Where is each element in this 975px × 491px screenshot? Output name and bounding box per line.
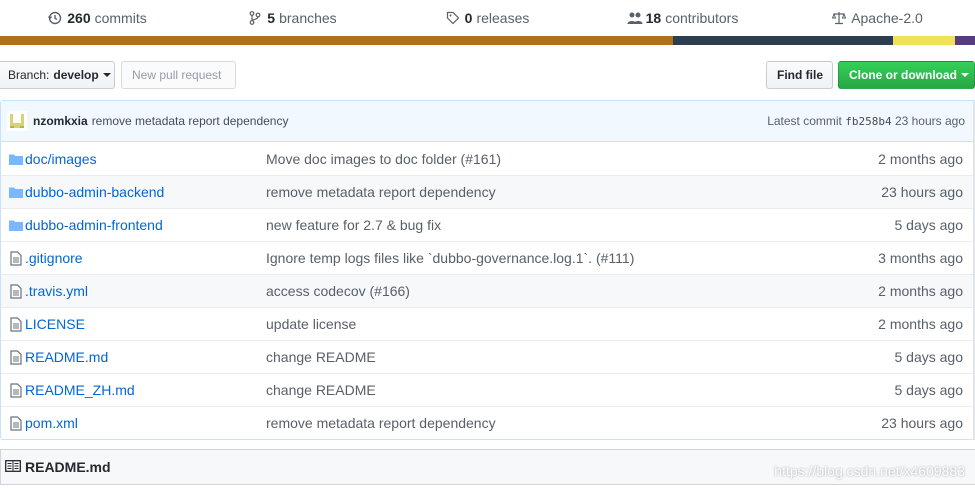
language-segment[interactable] [954,36,975,45]
file-name-link[interactable]: .travis.yml [25,283,266,299]
file-commit-message-link[interactable]: access codecov (#166) [266,283,835,299]
clone-or-download-button[interactable]: Clone or download [838,61,975,89]
releases-link[interactable]: 0 releases [390,0,585,36]
file-row: .travis.yml access codecov (#166) 2 months… [1,274,975,307]
file-icon [1,316,25,332]
folder-icon [1,219,25,231]
folder-icon [1,153,25,165]
file-row: dubbo-admin-backend remove metadata repor… [1,175,975,208]
branch-select-button[interactable]: Branch: develop [0,61,115,89]
file-name-link[interactable]: README_ZH.md [25,382,266,398]
file-name-link[interactable]: README.md [25,349,266,365]
tag-icon [446,11,460,25]
find-file-button[interactable]: Find file [766,61,833,89]
file-commit-age: 2 months ago [878,150,963,167]
branches-link[interactable]: 5 branches [195,0,390,36]
file-row: README.md change README 5 days ago [1,340,975,373]
commit-message[interactable]: remove metadata report dependency [92,114,289,128]
file-row: dubbo-admin-frontend new feature for 2.7 … [1,208,975,241]
commits-label: commits [94,10,147,26]
watermark: https://blog.csdn.net/x4609883 [774,463,965,479]
clone-label: Clone or download [849,68,957,82]
file-commit-age: 2 months ago [878,316,963,332]
avatar[interactable] [7,111,27,131]
file-row: doc/images Move doc images to doc folder … [1,142,975,175]
numbers-summary: 260 commits 5 branches 0 releases 18 con… [0,0,975,36]
file-commit-message-link[interactable]: change README [266,382,835,398]
file-commit-message-link[interactable]: change README [266,349,835,365]
language-segment[interactable] [0,36,673,45]
file-row: pom.xml remove metadata report dependency… [1,406,975,439]
people-icon [627,11,643,25]
file-commit-message-link[interactable]: update license [266,316,835,332]
commits-link[interactable]: 260 commits [0,0,195,36]
file-name-link[interactable]: doc/images [25,151,266,167]
file-commit-message-link[interactable]: new feature for 2.7 & bug fix [266,217,835,233]
license-link[interactable]: Apache-2.0 [780,0,975,36]
latest-commit-bar: nzomkxia remove metadata report dependen… [1,101,975,142]
file-row: README_ZH.md change README 5 days ago [1,373,975,406]
file-icon [1,250,25,266]
file-icon [1,349,25,365]
new-pull-request-button[interactable]: New pull request [121,61,236,89]
contributors-count: 18 [645,10,662,26]
releases-count: 0 [464,10,473,26]
file-commit-age: 23 hours ago [881,415,963,431]
language-segment[interactable] [672,36,894,45]
branches-label: branches [279,10,337,26]
file-name-link[interactable]: .gitignore [25,250,266,266]
latest-commit-info: Latest commit fb258b4 23 hours ago [767,114,965,128]
file-commit-age: 5 days ago [894,382,964,398]
file-commit-message-link[interactable]: Move doc images to doc folder (#161) [266,151,835,167]
latest-commit-label: Latest commit [767,114,842,128]
file-commit-message-link[interactable]: Ignore temp logs files like `dubbo-gover… [266,250,835,266]
commits-count: 260 [67,10,91,26]
file-row: .gitignore Ignore temp logs files like `d… [1,241,975,274]
file-commit-age: 23 hours ago [881,184,963,200]
commit-author[interactable]: nzomkxia [33,114,88,128]
contributors-label: contributors [665,10,739,26]
file-commit-age: 5 days ago [894,217,964,233]
language-bar[interactable] [0,36,975,45]
file-name-link[interactable]: pom.xml [25,415,266,431]
file-name-link[interactable]: dubbo-admin-frontend [25,217,266,233]
file-icon [1,283,25,299]
file-commit-age: 5 days ago [894,349,964,365]
readme-title: README.md [25,459,111,475]
releases-label: releases [476,10,530,26]
caret-down-icon [102,73,111,77]
file-commit-message-link[interactable]: remove metadata report dependency [266,415,835,431]
book-icon [5,459,21,476]
file-icon [1,415,25,431]
branches-count: 5 [267,10,276,26]
branch-icon [248,11,262,25]
file-icon [1,382,25,398]
branch-name: develop [53,68,99,82]
commit-age: 23 hours ago [894,114,965,128]
file-commit-age: 3 months ago [878,250,963,266]
file-row: LICENSE update license 2 months ago [1,307,975,340]
caret-down-icon [961,73,969,77]
file-name-link[interactable]: LICENSE [25,316,266,332]
language-segment[interactable] [893,36,955,45]
license-label: Apache-2.0 [851,10,923,26]
file-commit-age: 2 months ago [878,283,963,299]
file-name-link[interactable]: dubbo-admin-backend [25,184,266,200]
folder-icon [1,186,25,198]
branch-prefix: Branch: [8,68,50,82]
file-navigation: Branch: develop New pull request Find fi… [0,61,975,89]
contributors-link[interactable]: 18 contributors [585,0,780,36]
law-icon [832,11,847,25]
file-rows: doc/images Move doc images to doc folder … [1,142,975,439]
history-icon [48,11,62,25]
commit-sha[interactable]: fb258b4 [845,115,891,128]
file-commit-message-link[interactable]: remove metadata report dependency [266,184,835,200]
file-table: nzomkxia remove metadata report dependen… [0,100,975,440]
